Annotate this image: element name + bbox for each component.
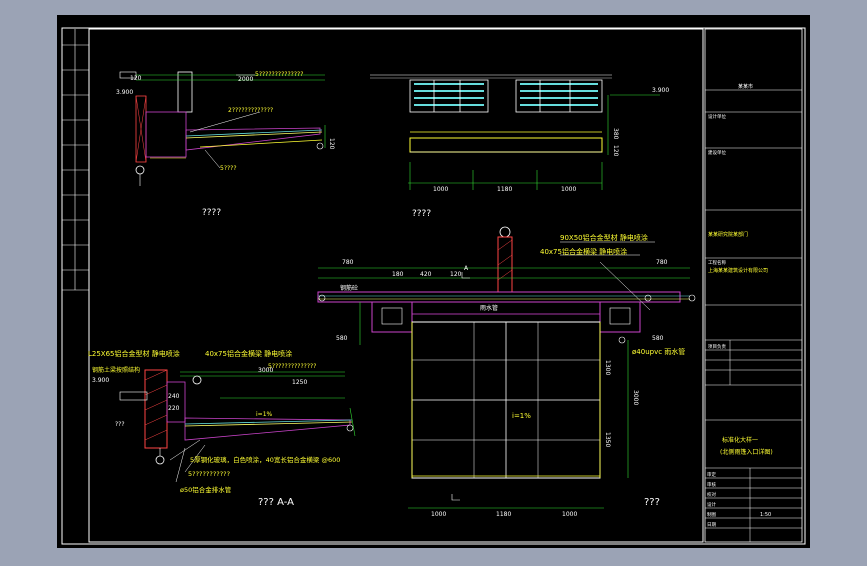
section-dim-3000: 3000 [258, 367, 273, 374]
cad-viewport[interactable]: 120 2000 3.900 5?????????????? 2????????… [0, 0, 867, 562]
title-owner: 某某研究院某部门 [708, 231, 748, 238]
section-dim-220: 220 [168, 405, 180, 412]
section-note-3: 钢筋土梁按照结构 [92, 366, 140, 374]
note-bot: 5???? [220, 165, 237, 172]
note-top: 5?????????????? [255, 71, 303, 78]
view-label-top-right: ???? [412, 209, 431, 219]
plan-left-dim-2: 580 [652, 335, 664, 342]
dim-side-label: 120 [328, 138, 335, 150]
title-row-client: 建设单位 [708, 149, 726, 156]
plan-bottom-dim-2: 1180 [496, 511, 511, 518]
title-row-lead: 项目负责 [708, 343, 726, 350]
cad-drawing: 120 2000 3.900 5?????????????? 2????????… [57, 15, 810, 548]
title-row-3: 校对 [707, 491, 716, 498]
dim-side-right-1: 380 [612, 128, 619, 140]
view-label-plan: ??? [644, 497, 660, 508]
note-mid: 2????????????? [228, 107, 273, 114]
title-row-project: 工程名称 [708, 259, 726, 266]
level-label: 3.900 [116, 89, 133, 96]
section-note-5: 5厚钢化玻璃，白色喷涂，40宽长铝合金横梁 @600 [190, 455, 340, 464]
section-note-7: ø50铝合金排水管 [180, 485, 232, 494]
plan-top-dim-3: 420 [420, 271, 432, 278]
plan-label-slot: 钢筋砼 [340, 284, 358, 292]
dim-right-2: 1180 [497, 186, 512, 193]
view-label-section: ??? A-A [258, 497, 294, 508]
plan-slope: i=1% [512, 412, 531, 420]
plan-right-dim-3: 1350 [604, 432, 611, 447]
section-dim-1250: 1250 [292, 379, 307, 386]
plan-note-3: ø40upvc 雨水管 [632, 347, 685, 356]
title-row-1: 审定 [707, 471, 716, 478]
plan-label-beam: 雨水管 [480, 304, 498, 312]
section-note-1: L25X65铝合金型材 静电喷涂 [88, 349, 180, 358]
section-dim-240: 240 [168, 393, 180, 400]
title-row-6: 日期 [707, 522, 716, 528]
title-row-5: 制图 [707, 511, 716, 518]
plan-bottom-dim-1: 1000 [431, 511, 446, 518]
title-row-design-unit: 设计单位 [708, 113, 726, 120]
view-label-top-left: ???? [202, 208, 221, 218]
plan-note-1: 90X50铝合金型材 静电喷涂 [560, 233, 648, 242]
plan-top-dim-1: 780 [342, 259, 354, 266]
section-note-4: 5?????????????? [268, 363, 316, 370]
section-note-2: 40x75铝合金横梁 静电喷涂 [205, 349, 292, 358]
title-sheet-2: (北侧雨篷入口详图) [720, 448, 773, 456]
plan-left-dim-1: 580 [336, 335, 348, 342]
plan-note-2: 40x75铝合金横梁 静电喷涂 [540, 247, 627, 256]
title-row-2: 审核 [707, 481, 716, 488]
plan-right-dim-1: 1300 [604, 360, 611, 375]
plan-top-dim-5: 780 [656, 259, 668, 266]
dim-right-1: 1000 [433, 186, 448, 193]
level-label-right: 3.900 [652, 87, 669, 94]
plan-top-dim-4: 120 [450, 271, 462, 278]
dim-side-right-2: 120 [612, 145, 619, 157]
plan-bottom-dim-3: 1000 [562, 511, 577, 518]
title-project: 某某市 [738, 83, 753, 90]
plan-top-dim-2: 180 [392, 271, 404, 278]
section-level: 3.900 [92, 377, 109, 384]
title-sheet-1: 标准化大样一 [722, 436, 758, 444]
drawing-sheet [57, 15, 810, 548]
section-note-6: 5??????????? [188, 470, 230, 478]
section-slope: i=1% [256, 411, 273, 418]
dim-120-label: 120 [130, 75, 142, 82]
dim-2000-label: 2000 [238, 76, 253, 83]
section-code: ??? [115, 421, 125, 428]
title-scale: 1:50 [760, 512, 771, 518]
title-row-4: 设计 [707, 501, 716, 508]
plan-right-dim-2: 3000 [632, 390, 639, 405]
title-designer: 上海某某建筑设计有限公司 [708, 267, 768, 274]
dim-right-3: 1000 [561, 186, 576, 193]
